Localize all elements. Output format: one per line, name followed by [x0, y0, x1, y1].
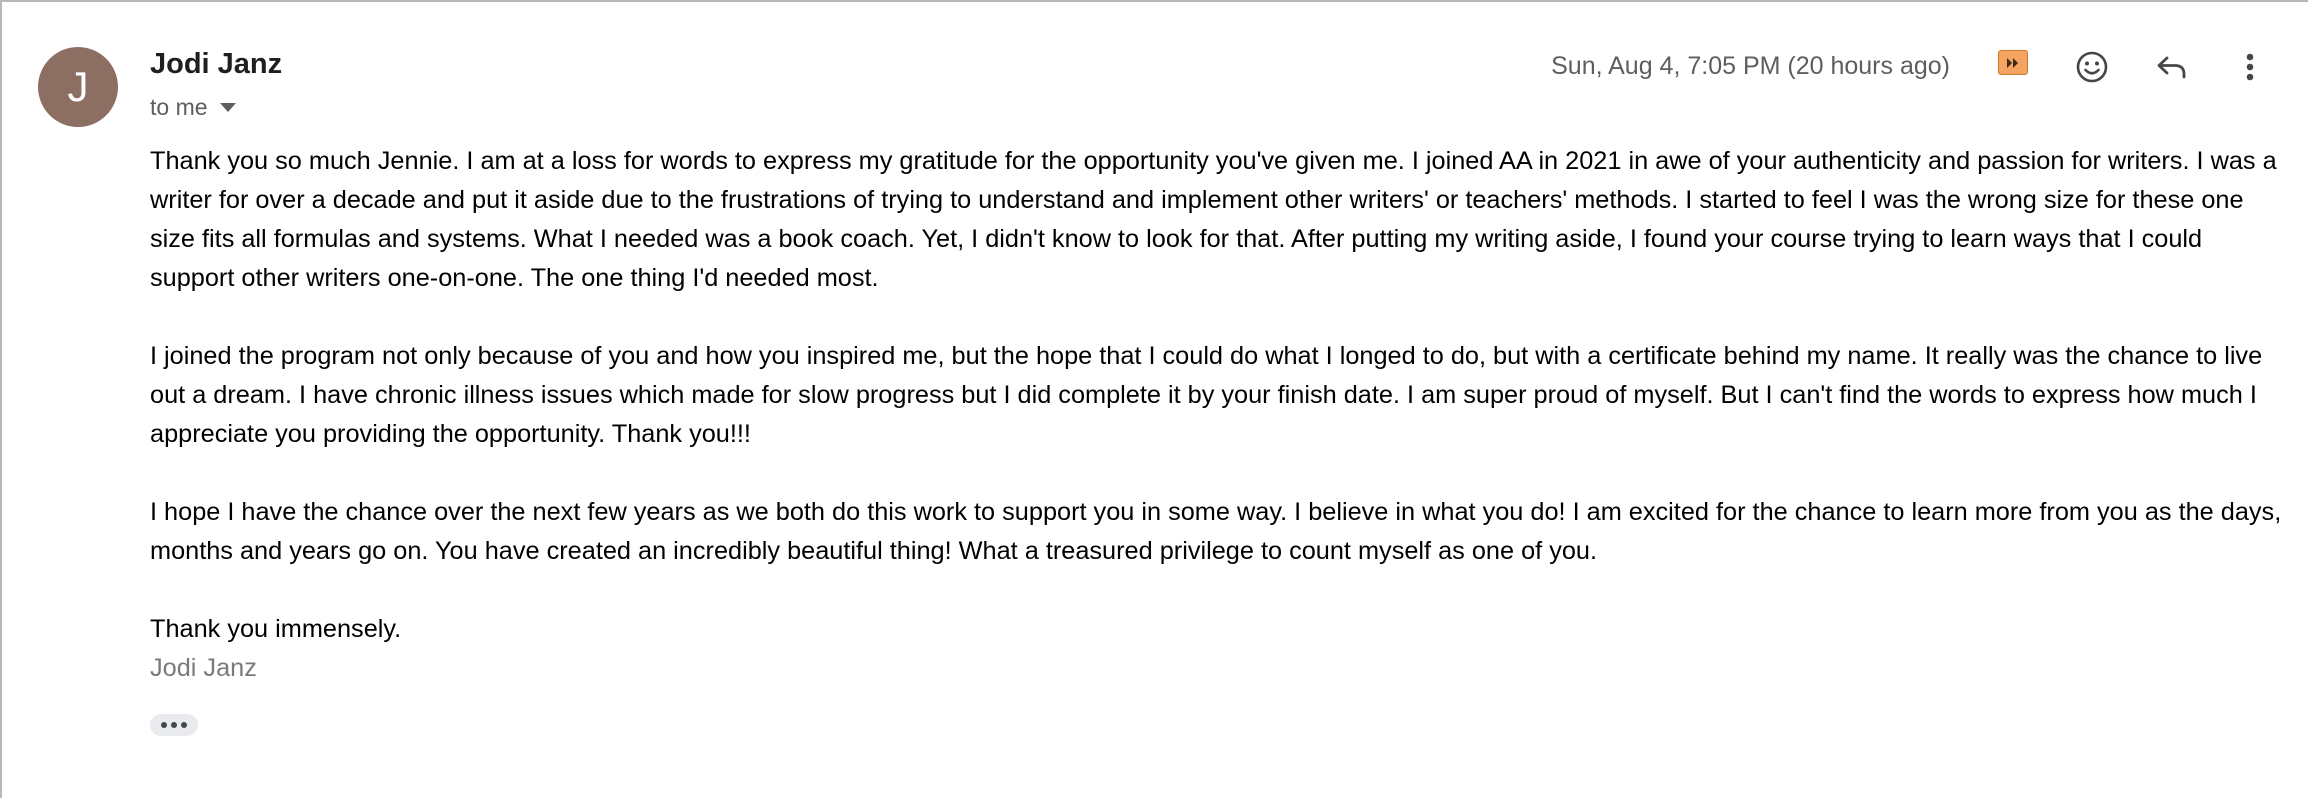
reply-icon[interactable]	[2146, 41, 2198, 93]
recipients-label: to me	[150, 94, 208, 120]
email-message: J Jodi Janz to me Sun, Aug 4, 7:05 PM (2…	[0, 0, 2308, 798]
closing-line: Thank you immensely.	[150, 615, 402, 643]
body-paragraph: Thank you so much Jennie. I am at a loss…	[150, 147, 2277, 292]
recipients-dropdown[interactable]: to me	[150, 94, 236, 121]
dot	[161, 722, 167, 728]
signature: Jodi Janz	[150, 654, 257, 682]
body-paragraph: I joined the program not only because of…	[150, 342, 2263, 448]
message-body: Thank you so much Jennie. I am at a loss…	[150, 142, 2282, 727]
avatar[interactable]: J	[38, 47, 118, 127]
more-vert-icon[interactable]	[2224, 41, 2276, 93]
dot	[181, 722, 187, 728]
message-date: Sun, Aug 4, 7:05 PM (20 hours ago)	[1551, 52, 1950, 80]
show-trimmed-content-button[interactable]	[150, 714, 198, 736]
body-paragraph: I hope I have the chance over the next f…	[150, 498, 2282, 565]
chevron-down-icon[interactable]	[219, 103, 236, 112]
importance-marker-icon[interactable]	[1998, 50, 2028, 75]
sender-name[interactable]: Jodi Janz	[150, 48, 282, 81]
dot	[171, 722, 177, 728]
emoji-reaction-icon[interactable]	[2066, 41, 2118, 93]
